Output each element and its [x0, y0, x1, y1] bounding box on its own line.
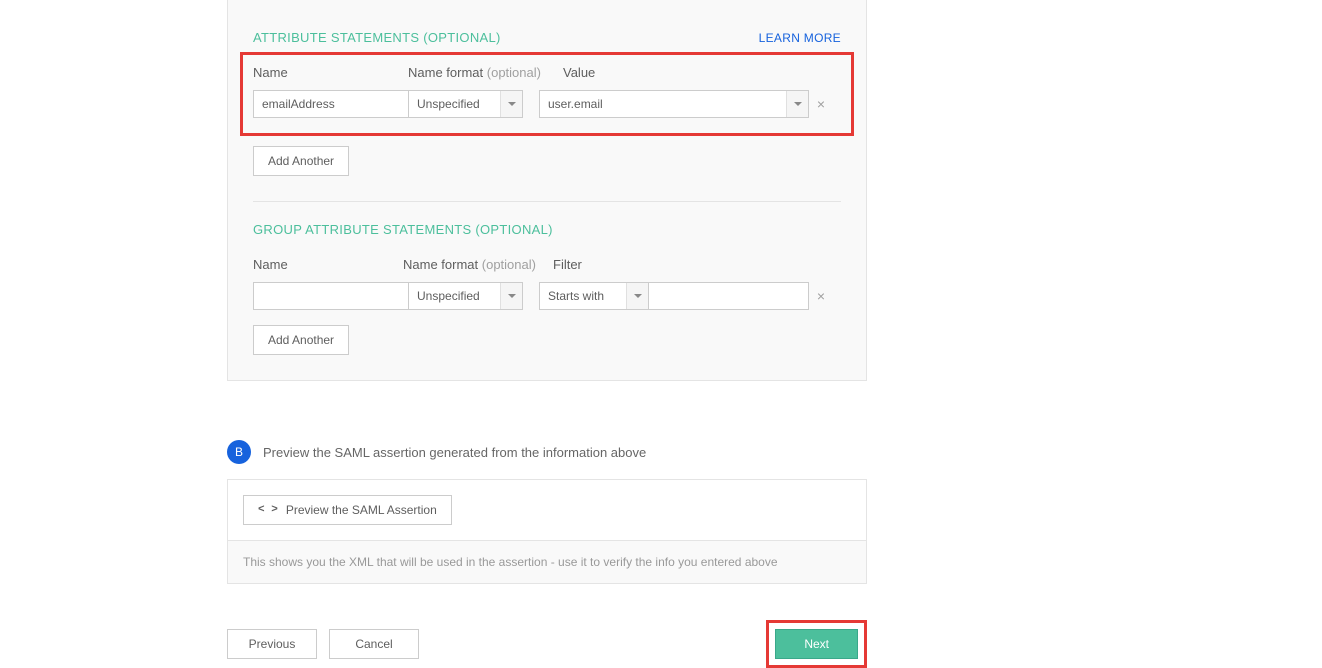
section-b-badge: B [227, 440, 251, 464]
attr-name-format-select[interactable]: Unspecified [408, 90, 523, 118]
panel-b-help: This shows you the XML that will be used… [228, 540, 866, 583]
attr-section-header: ATTRIBUTE STATEMENTS (OPTIONAL) LEARN MO… [253, 30, 841, 45]
group-filter-select[interactable]: Starts with [539, 282, 649, 310]
attr-nf-selected: Unspecified [409, 91, 500, 117]
attr-highlight-box: Name Name format (optional) Value Unspec… [240, 52, 854, 136]
attr-section-title: ATTRIBUTE STATEMENTS (OPTIONAL) [253, 30, 501, 45]
footer-row: Previous Cancel Next [227, 620, 867, 668]
attr-label-nf-hint: (optional) [487, 65, 541, 80]
panel-b-top: < > Preview the SAML Assertion [228, 480, 866, 540]
preview-saml-button[interactable]: < > Preview the SAML Assertion [243, 495, 452, 525]
chevron-down-icon [500, 91, 522, 117]
group-filter-selected: Starts with [540, 283, 626, 309]
divider [253, 201, 841, 202]
attr-row-labels: Name Name format (optional) Value [253, 65, 841, 80]
attr-label-name: Name [253, 65, 408, 80]
attr-row: Unspecified user.email × [253, 90, 841, 118]
remove-attr-button[interactable]: × [809, 96, 833, 112]
attr-value-select[interactable]: user.email [539, 90, 809, 118]
code-icon: < > [258, 504, 278, 516]
panel-b: < > Preview the SAML Assertion This show… [227, 479, 867, 584]
section-b-header: B Preview the SAML assertion generated f… [227, 440, 867, 464]
attr-label-nf-text: Name format [408, 65, 483, 80]
group-row-labels: Name Name format (optional) Filter [253, 257, 841, 272]
group-label-name-format: Name format (optional) [403, 257, 553, 272]
next-button[interactable]: Next [775, 629, 858, 659]
chevron-down-icon [626, 283, 648, 309]
group-filter-value-input[interactable] [649, 282, 809, 310]
group-row: Unspecified Starts with × [253, 282, 841, 310]
section-b: B Preview the SAML assertion generated f… [227, 440, 867, 584]
add-another-group-button[interactable]: Add Another [253, 325, 349, 355]
group-label-name: Name [253, 257, 403, 272]
attr-label-value: Value [563, 65, 595, 80]
preview-saml-label: Preview the SAML Assertion [286, 503, 437, 517]
group-name-format-select[interactable]: Unspecified [408, 282, 523, 310]
previous-button[interactable]: Previous [227, 629, 317, 659]
add-another-attr-button[interactable]: Add Another [253, 146, 349, 176]
chevron-down-icon [786, 91, 808, 117]
remove-group-button[interactable]: × [809, 288, 833, 304]
attr-label-name-format: Name format (optional) [408, 65, 543, 80]
chevron-down-icon [500, 283, 522, 309]
group-name-input[interactable] [253, 282, 408, 310]
page-container: ATTRIBUTE STATEMENTS (OPTIONAL) LEARN MO… [0, 0, 1322, 665]
group-label-nf-text: Name format [403, 257, 478, 272]
config-panel: ATTRIBUTE STATEMENTS (OPTIONAL) LEARN MO… [227, 0, 867, 381]
group-nf-selected: Unspecified [409, 283, 500, 309]
attr-name-input[interactable] [253, 90, 408, 118]
group-label-nf-hint: (optional) [482, 257, 536, 272]
group-section-title: GROUP ATTRIBUTE STATEMENTS (OPTIONAL) [253, 222, 841, 237]
section-b-title: Preview the SAML assertion generated fro… [263, 445, 646, 460]
cancel-button[interactable]: Cancel [329, 629, 419, 659]
next-highlight-box: Next [766, 620, 867, 668]
attr-value-selected: user.email [540, 91, 786, 117]
group-label-filter: Filter [553, 257, 582, 272]
learn-more-link[interactable]: LEARN MORE [759, 31, 841, 45]
